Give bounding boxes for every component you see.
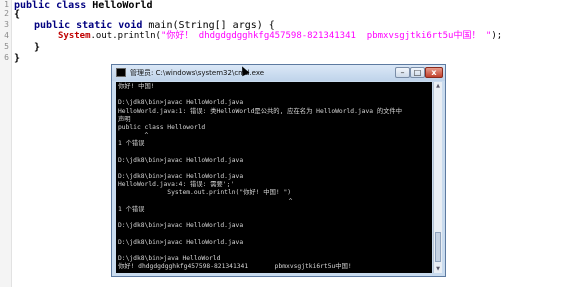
code-line-2[interactable]: {: [14, 9, 20, 20]
method-call: .out.println(: [90, 31, 161, 41]
code-line-6[interactable]: }: [14, 53, 20, 64]
string-literal: "你好！ dhdgdgdgghkfg457598-821341341 pbmxv…: [160, 31, 492, 41]
console-line: 1 个错误: [118, 140, 145, 148]
line-number: 3: [4, 20, 9, 29]
line-number: 4: [4, 31, 9, 40]
keyword: public class: [14, 0, 93, 11]
brace: }: [34, 42, 41, 53]
console-line: System.out.println("你好! 中国! "): [118, 189, 292, 197]
console-line: public class Helloworld: [118, 123, 206, 131]
console-line: 你好! dhdgdgdgghkfg457598-821341341 pbmxvs…: [118, 263, 352, 271]
console-line: D:\jdk8\bin>javac HelloWorld.java: [118, 156, 244, 164]
class-ref: System: [58, 31, 91, 41]
line-number: 5: [4, 42, 9, 51]
brace: }: [14, 53, 21, 64]
console-line: 你好! 中国!: [118, 83, 155, 90]
code-line-5[interactable]: }: [34, 42, 40, 53]
method-signature: main(String[] args) {: [148, 20, 275, 31]
console-line: 声明: [118, 115, 131, 123]
console-line: D:\jdk8\bin>java HelloWorld: [118, 254, 221, 262]
scroll-down-arrow-icon[interactable]: ▼: [434, 265, 442, 273]
class-name: HelloWorld: [92, 0, 153, 11]
code-line-4[interactable]: System.out.println("你好！ dhdgdgdgghkfg457…: [58, 31, 502, 42]
cmd-window[interactable]: 管理员: C:\windows\system32\cmd.exe – □ x 你…: [111, 64, 446, 277]
line-number: 2: [4, 9, 9, 18]
console-line: D:\jdk8\bin>javac HelloWorld.java: [118, 99, 244, 107]
statement-end: );: [491, 31, 503, 41]
maximize-button[interactable]: □: [410, 67, 425, 78]
line-number-gutter: 1 2 3 4 5 6: [0, 0, 12, 287]
scroll-up-arrow-icon[interactable]: ▲: [434, 82, 442, 90]
console-line: ^: [118, 197, 293, 205]
console-line: D:\jdk8\bin>javac HelloWorld.java: [118, 222, 244, 230]
console-line: HelloWorld.java:1: 错误: 类HelloWorld是公共的, …: [118, 107, 403, 115]
minimize-button[interactable]: –: [395, 67, 410, 78]
keyword: public static void: [34, 20, 149, 31]
code-line-3[interactable]: public static void main(String[] args) {: [34, 20, 275, 31]
console-line: D:\jdk8\bin>javac HelloWorld.java: [118, 238, 244, 246]
line-number: 6: [4, 53, 9, 62]
terminal-icon: [116, 68, 126, 77]
close-button[interactable]: x: [425, 67, 443, 78]
scrollbar-thumb[interactable]: [435, 232, 441, 262]
vertical-scrollbar[interactable]: ▲ ▼: [433, 82, 442, 273]
code-line-1[interactable]: public class HelloWorld: [14, 0, 153, 11]
brace: {: [14, 9, 21, 20]
console-line: 1 个错误: [118, 205, 145, 213]
console-output[interactable]: 你好! 中国! D:\jdk8\bin>javac HelloWorld.java…: [116, 82, 432, 273]
cmd-titlebar[interactable]: 管理员: C:\windows\system32\cmd.exe – □ x: [112, 65, 445, 81]
console-line: ^: [118, 132, 149, 140]
